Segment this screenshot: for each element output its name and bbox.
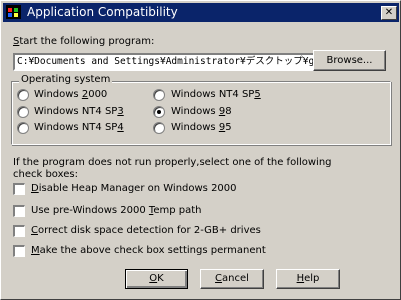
app-icon xyxy=(6,5,21,19)
instructions-line-1: If the program does not run properly,sel… xyxy=(13,157,332,168)
checkbox-label: Use pre-Windows 2000 Temp path xyxy=(31,205,202,216)
program-path-field[interactable]: C:¥Documents and Settings¥Administrator¥… xyxy=(13,53,315,71)
help-button[interactable]: Help xyxy=(276,269,340,289)
checkbox[interactable] xyxy=(13,225,25,237)
radio-button[interactable] xyxy=(17,122,29,134)
radio-button[interactable] xyxy=(17,106,29,118)
cancel-button[interactable]: Cancel xyxy=(200,269,264,289)
window-title: Application Compatibility xyxy=(27,5,178,19)
close-icon[interactable]: ✕ xyxy=(381,6,397,20)
os-option-label: Windows NT4 SP4 xyxy=(34,122,124,133)
checkbox[interactable] xyxy=(13,245,25,257)
ok-button[interactable]: OK xyxy=(125,269,188,289)
os-option-label: Windows 98 xyxy=(171,106,232,117)
radio-button[interactable] xyxy=(153,122,165,134)
instructions-line-2: check boxes: xyxy=(13,169,78,180)
checkbox-label: Correct disk space detection for 2-GB+ d… xyxy=(31,225,261,236)
browse-button[interactable]: Browse... xyxy=(313,50,386,71)
checkbox[interactable] xyxy=(13,205,25,217)
os-group-title: Operating system xyxy=(19,74,113,86)
os-option-label: Windows NT4 SP5 xyxy=(171,89,261,100)
radio-button-selected[interactable] xyxy=(153,106,165,118)
radio-button[interactable] xyxy=(17,89,29,101)
checkbox-label: Disable Heap Manager on Windows 2000 xyxy=(31,183,237,194)
os-option-label: Windows 95 xyxy=(171,122,232,133)
os-option-label: Windows 2000 xyxy=(34,89,108,100)
radio-dot-icon xyxy=(157,110,161,114)
checkbox[interactable] xyxy=(13,183,25,195)
os-option-label: Windows NT4 SP3 xyxy=(34,106,124,117)
title-bar[interactable]: Application Compatibility ✕ xyxy=(3,3,399,22)
program-label: Start the following program: xyxy=(13,36,155,47)
checkbox-label: Make the above check box settings perman… xyxy=(31,245,266,256)
radio-button[interactable] xyxy=(153,89,165,101)
app-compat-dialog: Application Compatibility ✕ Start the fo… xyxy=(0,0,401,300)
